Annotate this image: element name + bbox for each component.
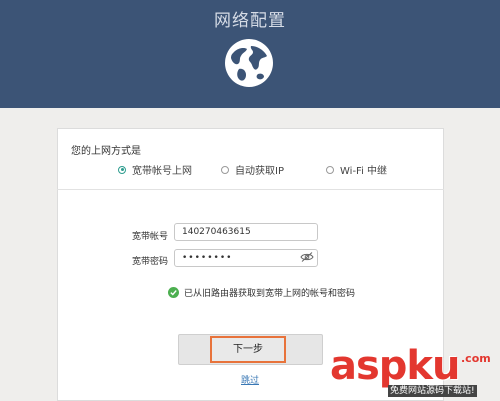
radio-icon[interactable]: [326, 165, 334, 174]
option-dhcp[interactable]: 自动获取IP: [221, 162, 284, 177]
account-input[interactable]: 140270463615: [174, 223, 318, 241]
page-title: 网络配置: [214, 11, 286, 31]
header-bar: 网络配置: [0, 0, 500, 108]
watermark-logo: aspku: [330, 343, 461, 389]
option-broadband[interactable]: 宽带帐号上网: [118, 162, 192, 177]
status-text: 已从旧路由器获取到宽带上网的帐号和密码: [184, 289, 356, 299]
divider: [57, 189, 444, 190]
option-label: 自动获取IP: [235, 166, 284, 177]
globe-icon: [225, 39, 273, 87]
account-label: 宽带帐号: [132, 232, 169, 242]
skip-link[interactable]: 跳过: [241, 373, 259, 386]
radio-checked-icon[interactable]: [118, 165, 126, 174]
next-button[interactable]: 下一步: [210, 336, 286, 363]
radio-icon[interactable]: [221, 165, 229, 174]
eye-icon[interactable]: [300, 251, 314, 263]
option-label: 宽带帐号上网: [132, 166, 192, 177]
watermark-subtitle: 免费网站源码下载站!: [388, 385, 477, 397]
status-message: 已从旧路由器获取到宽带上网的帐号和密码: [168, 286, 355, 299]
check-circle-icon: [168, 287, 179, 298]
option-wifi-relay[interactable]: Wi-Fi 中继: [326, 162, 387, 177]
watermark-suffix: .com: [461, 352, 491, 365]
password-label: 宽带密码: [132, 257, 169, 267]
option-label: Wi-Fi 中继: [340, 166, 388, 177]
method-title: 您的上网方式是: [71, 146, 141, 157]
password-input[interactable]: ••••••••: [174, 249, 318, 267]
